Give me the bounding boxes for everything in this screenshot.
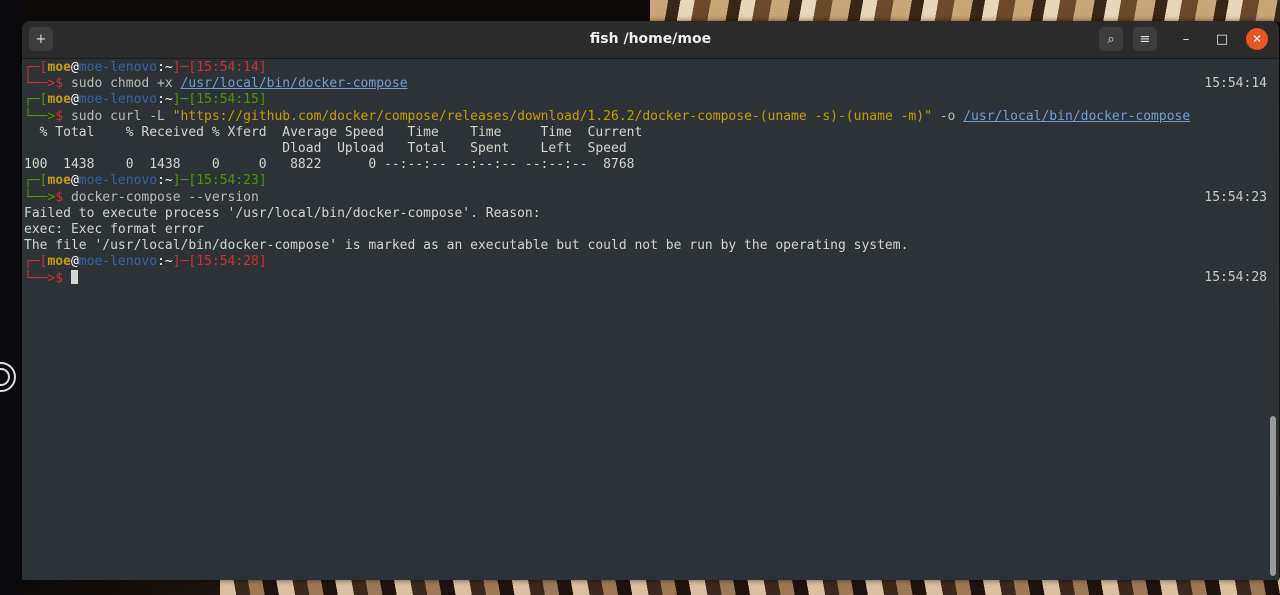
path-link[interactable]: /usr/local/bin/docker-compose [963,109,1190,124]
text-cursor [70,270,78,285]
maximize-button[interactable]: □ [1210,27,1234,51]
menu-button[interactable]: ≡ [1133,27,1157,51]
close-button[interactable]: ✕ [1246,28,1268,50]
terminal-output[interactable]: ┌─[moe@moe-lenovo:~]─[15:54:14] └──>$ su… [22,59,1279,580]
output-line: exec: Exec format error [24,221,205,237]
right-timestamp: 15:54:14 [1204,76,1267,92]
output-line: The file '/usr/local/bin/docker-compose'… [24,238,909,254]
right-timestamp: 15:54:23 [1204,189,1267,205]
hamburger-menu-icon: ≡ [1139,31,1151,47]
title-bar: fish /home/moe + ⌕ ≡ – □ ✕ [22,21,1279,59]
prompt-header: ┌─[moe@moe-lenovo:~]─[15:54:28] [24,254,267,270]
output-line: % Total % Received % Xferd Average Speed… [24,124,643,140]
output-line: Dload Upload Total Spent Left Speed [24,140,627,156]
command-line: └──>$ docker-compose --version 15:54:23 [24,189,1267,205]
desktop-wallpaper-left [0,0,22,595]
prompt-header: ┌─[moe@moe-lenovo:~]─[15:54:23] [24,173,267,189]
command-line: └──>$ sudo chmod +x /usr/local/bin/docke… [24,76,1267,92]
command-line: └──>$ sudo curl -L "https://github.com/d… [24,108,1191,124]
output-line: 100 1438 0 1438 0 0 8822 0 --:--:-- --:-… [24,157,635,173]
output-line: Failed to execute process '/usr/local/bi… [24,205,541,221]
minimize-button[interactable]: – [1174,27,1198,51]
desktop-wallpaper-bottom [220,578,1280,595]
command-line[interactable]: └──>$ 15:54:28 [24,270,1279,286]
search-button[interactable]: ⌕ [1099,27,1123,51]
close-icon: ✕ [1251,32,1263,46]
prompt-header: ┌─[moe@moe-lenovo:~]─[15:54:15] [24,92,267,108]
desktop-wallpaper-top [650,0,1280,22]
scrollbar[interactable] [1270,416,1276,576]
new-tab-button[interactable]: + [29,27,53,51]
right-timestamp: 15:54:28 [1204,270,1267,286]
prompt-header: ┌─[moe@moe-lenovo:~]─[15:54:14] [24,60,267,75]
maximize-icon: □ [1215,31,1229,47]
search-icon: ⌕ [1107,31,1115,47]
window-title: fish /home/moe [589,31,712,47]
terminal-window: fish /home/moe + ⌕ ≡ – □ ✕ ┌─[moe@moe-le… [22,21,1279,580]
minimize-icon: – [1182,31,1190,47]
path-link[interactable]: /usr/local/bin/docker-compose [181,76,408,91]
plus-icon: + [35,31,47,47]
